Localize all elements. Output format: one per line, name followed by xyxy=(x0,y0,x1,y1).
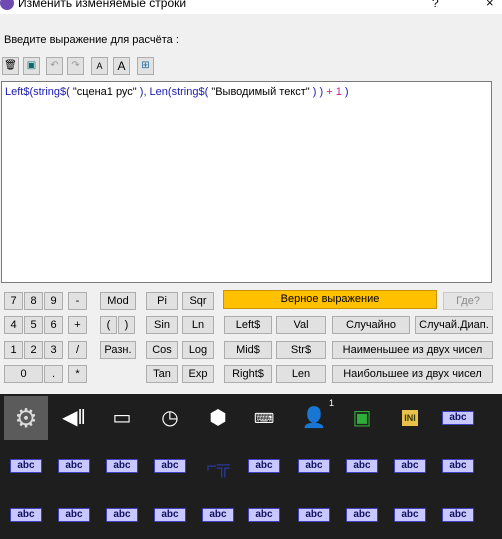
paren-close-button[interactable]: ) xyxy=(118,316,135,334)
exp-button[interactable]: Exp xyxy=(182,365,214,383)
key-plus[interactable]: + xyxy=(68,316,87,334)
key-5[interactable]: 5 xyxy=(24,316,43,334)
string-variable-icon[interactable]: abc xyxy=(52,444,96,488)
string-variable-icon[interactable]: abc xyxy=(388,493,432,537)
title-bar: Изменить изменяемые строки ? × xyxy=(0,0,502,14)
key-multiply[interactable]: * xyxy=(68,365,87,383)
redo-icon[interactable]: ↷ xyxy=(67,57,84,75)
user-icon[interactable]: 👤 1 xyxy=(292,396,336,440)
clock-icon[interactable]: ◷ xyxy=(148,396,192,440)
variable-palette: ⚙ ◀‖ ▭ ◷ ⬢ ⌨ 👤 1 ▣ INI abc abc abc abc ab… xyxy=(0,394,502,539)
sin-button[interactable]: Sin xyxy=(146,316,178,334)
ini-file-icon[interactable]: INI xyxy=(388,396,432,440)
pistol-icon[interactable]: ⌐╦ xyxy=(196,444,240,488)
max-button[interactable]: Наибольшее из двух чисел xyxy=(332,365,493,383)
string-variable-icon[interactable]: abc xyxy=(100,493,144,537)
pi-button[interactable]: Pi xyxy=(146,292,178,310)
string-variable-icon[interactable]: abc xyxy=(436,396,480,440)
app-icon xyxy=(0,0,14,10)
min-button[interactable]: Наименьшее из двух чисел xyxy=(332,341,493,359)
tan-button[interactable]: Tan xyxy=(146,365,178,383)
string-variable-icon[interactable]: abc xyxy=(292,444,336,488)
string-variable-icon[interactable]: abc xyxy=(4,493,48,537)
string-variable-icon[interactable]: abc xyxy=(196,493,240,537)
chip-icon[interactable]: ▣ xyxy=(340,396,384,440)
string-variable-icon[interactable]: abc xyxy=(148,444,192,488)
where-button[interactable]: Где? xyxy=(443,292,493,310)
string-variable-icon[interactable]: abc xyxy=(242,444,286,488)
undo-icon[interactable]: ↶ xyxy=(46,57,63,75)
grid-icon[interactable]: ⊞ xyxy=(137,57,154,75)
string-variable-icon[interactable]: abc xyxy=(52,493,96,537)
settings-icon[interactable]: ⚙ xyxy=(4,396,48,440)
insert-icon[interactable]: ▣ xyxy=(23,57,40,75)
string-variable-icon[interactable]: abc xyxy=(388,444,432,488)
left-button[interactable]: Left$ xyxy=(224,316,272,334)
paren-open-button[interactable]: ( xyxy=(100,316,117,334)
key-4[interactable]: 4 xyxy=(4,316,23,334)
string-variable-icon[interactable]: abc xyxy=(148,493,192,537)
string-variable-icon[interactable]: abc xyxy=(340,444,384,488)
cube-icon[interactable]: ⬢ xyxy=(196,396,240,440)
sound-icon[interactable]: ◀‖ xyxy=(52,396,96,440)
string-variable-icon[interactable]: abc xyxy=(292,493,336,537)
string-variable-icon[interactable]: abc xyxy=(436,493,480,537)
status-badge: Верное выражение xyxy=(223,290,437,309)
val-button[interactable]: Val xyxy=(276,316,326,334)
help-button[interactable]: ? xyxy=(432,0,439,10)
key-minus[interactable]: - xyxy=(68,292,87,310)
random-range-button[interactable]: Случай.Диап. xyxy=(415,316,493,334)
key-6[interactable]: 6 xyxy=(44,316,63,334)
monitor-icon[interactable]: ▭ xyxy=(100,396,144,440)
cos-button[interactable]: Cos xyxy=(146,341,178,359)
log-button[interactable]: Log xyxy=(182,341,214,359)
expression-prompt: Введите выражение для расчёта : xyxy=(4,34,179,46)
mod-button[interactable]: Mod xyxy=(100,292,136,310)
expression-text: Left$(string$( "сцена1 рус" ), Len(strin… xyxy=(5,86,349,98)
len-button[interactable]: Len xyxy=(276,365,326,383)
key-9[interactable]: 9 xyxy=(44,292,63,310)
key-divide[interactable]: / xyxy=(68,341,87,359)
string-variable-icon[interactable]: abc xyxy=(436,444,480,488)
mid-button[interactable]: Mid$ xyxy=(224,341,272,359)
random-button[interactable]: Случайно xyxy=(332,316,410,334)
string-variable-icon[interactable]: abc xyxy=(100,444,144,488)
right-button[interactable]: Right$ xyxy=(224,365,272,383)
key-dot[interactable]: . xyxy=(44,365,63,383)
window-title: Изменить изменяемые строки xyxy=(18,0,187,10)
keyboard-mouse-icon[interactable]: ⌨ xyxy=(242,396,286,440)
string-variable-icon[interactable]: abc xyxy=(4,444,48,488)
key-1[interactable]: 1 xyxy=(4,341,23,359)
key-3[interactable]: 3 xyxy=(44,341,63,359)
string-variable-icon[interactable]: abc xyxy=(340,493,384,537)
key-2[interactable]: 2 xyxy=(24,341,43,359)
key-7[interactable]: 7 xyxy=(4,292,23,310)
difference-button[interactable]: Разн. xyxy=(100,341,136,359)
key-0[interactable]: 0 xyxy=(4,365,43,383)
str-button[interactable]: Str$ xyxy=(276,341,326,359)
font-decrease-icon[interactable]: A xyxy=(91,57,108,75)
key-8[interactable]: 8 xyxy=(24,292,43,310)
sqr-button[interactable]: Sqr xyxy=(182,292,214,310)
delete-icon[interactable]: 🗑 xyxy=(2,57,19,75)
font-increase-icon[interactable]: A xyxy=(113,57,130,75)
expression-editor[interactable]: Left$(string$( "сцена1 рус" ), Len(strin… xyxy=(1,81,492,283)
string-variable-icon[interactable]: abc xyxy=(242,493,286,537)
close-button[interactable]: × xyxy=(486,0,494,10)
ln-button[interactable]: Ln xyxy=(182,316,214,334)
